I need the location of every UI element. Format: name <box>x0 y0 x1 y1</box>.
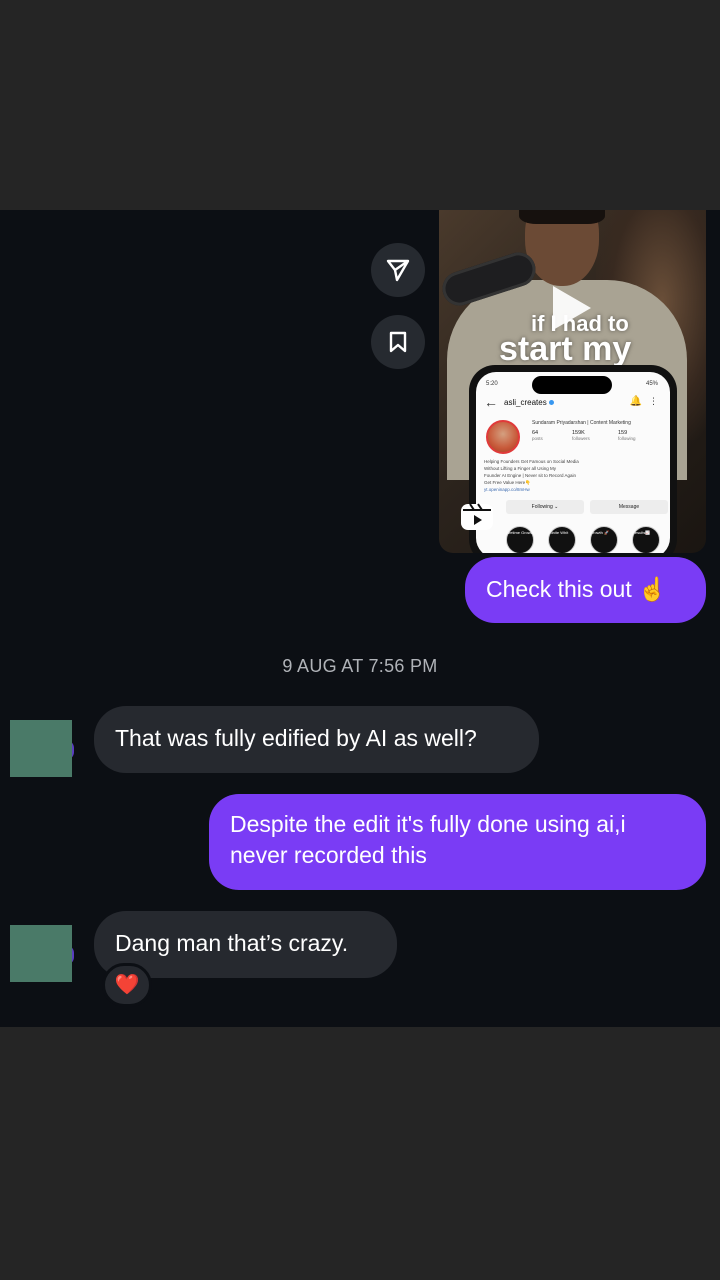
posts-label: posts <box>532 436 543 441</box>
outgoing-message[interactable]: Despite the edit it's fully done using a… <box>209 794 706 890</box>
outgoing-message[interactable]: Check this out ☝️ <box>465 557 706 623</box>
save-button[interactable] <box>371 315 425 369</box>
phone-screen: 5:20 45% ← asli_creates 🔔 ⋮ Sundaram Pri… <box>476 372 670 553</box>
following-label: following <box>618 436 636 441</box>
bookmark-icon <box>389 331 407 353</box>
message-text: Dang man that’s crazy. <box>115 930 349 956</box>
bio-line: Get Free Value Here👇 <box>484 480 531 485</box>
chat-thread: if I had to start my 5:20 45% ← asli_cre… <box>0 210 720 1027</box>
share-button[interactable] <box>371 243 425 297</box>
reel-phone-mockup: 5:20 45% ← asli_creates 🔔 ⋮ Sundaram Pri… <box>469 365 677 553</box>
heart-reaction[interactable]: ❤️ <box>102 963 152 1007</box>
message-text: That was fully edified by AI as well? <box>115 725 477 751</box>
more-icon: ⋮ <box>649 396 658 406</box>
bio-line: Without Lifting a Finger all Using My <box>484 466 557 471</box>
highlight-label: Ulinite Whit <box>548 530 569 535</box>
stat-following: 159 following <box>618 430 636 441</box>
verified-badge-icon <box>548 400 554 405</box>
following-button: Following ⌄ <box>506 500 584 514</box>
stat-followers: 159K followers <box>572 430 590 441</box>
highlight-label: Lifetime Growth <box>506 530 535 535</box>
message-text: Check this out ☝️ <box>486 576 667 602</box>
profile-avatar <box>486 420 520 454</box>
back-arrow-icon: ← <box>484 394 498 410</box>
play-icon[interactable] <box>553 286 591 330</box>
phone-battery: 45% <box>645 381 658 387</box>
reels-icon <box>461 503 493 530</box>
reel-overlay-text: if I had to start my <box>499 313 699 368</box>
sender-avatar[interactable] <box>10 720 72 777</box>
phone-notch <box>532 376 612 394</box>
heart-icon: ❤️ <box>114 974 140 996</box>
highlight-label: Results📈 <box>632 530 651 535</box>
message-text: Despite the edit it's fully done using a… <box>230 811 626 868</box>
phone-time: 5:20 <box>486 381 498 387</box>
message-timestamp: 9 AUG AT 7:56 PM <box>282 656 438 676</box>
profile-display-name: Sundaram Priyadarshan | Content Marketin… <box>532 420 631 426</box>
stat-posts: 64 posts <box>532 430 543 441</box>
profile-username: asli_creates <box>504 398 554 407</box>
shared-reel-preview[interactable]: if I had to start my 5:20 45% ← asli_cre… <box>439 210 706 553</box>
sender-avatar[interactable] <box>10 925 72 982</box>
reel-overlay-line2: start my <box>499 329 632 368</box>
bio-line: Helping Founders Get Famous on Social Me… <box>484 459 579 464</box>
bio-link: yt.openinapp.co/8mHw <box>484 487 530 492</box>
incoming-message[interactable]: That was fully edified by AI as well? <box>94 706 539 773</box>
highlight-label: Growth 🚀 <box>590 530 609 535</box>
profile-bio: Helping Founders Get Famous on Social Me… <box>484 458 614 493</box>
bell-icon: 🔔 <box>629 396 642 407</box>
username-text: asli_creates <box>504 398 547 407</box>
paper-plane-icon <box>386 259 410 282</box>
followers-label: followers <box>572 436 590 441</box>
message-button: Message <box>590 500 668 514</box>
bio-line: Founder AI Engine | Never sit to Record … <box>484 473 576 478</box>
reel-person-hair <box>519 210 605 224</box>
